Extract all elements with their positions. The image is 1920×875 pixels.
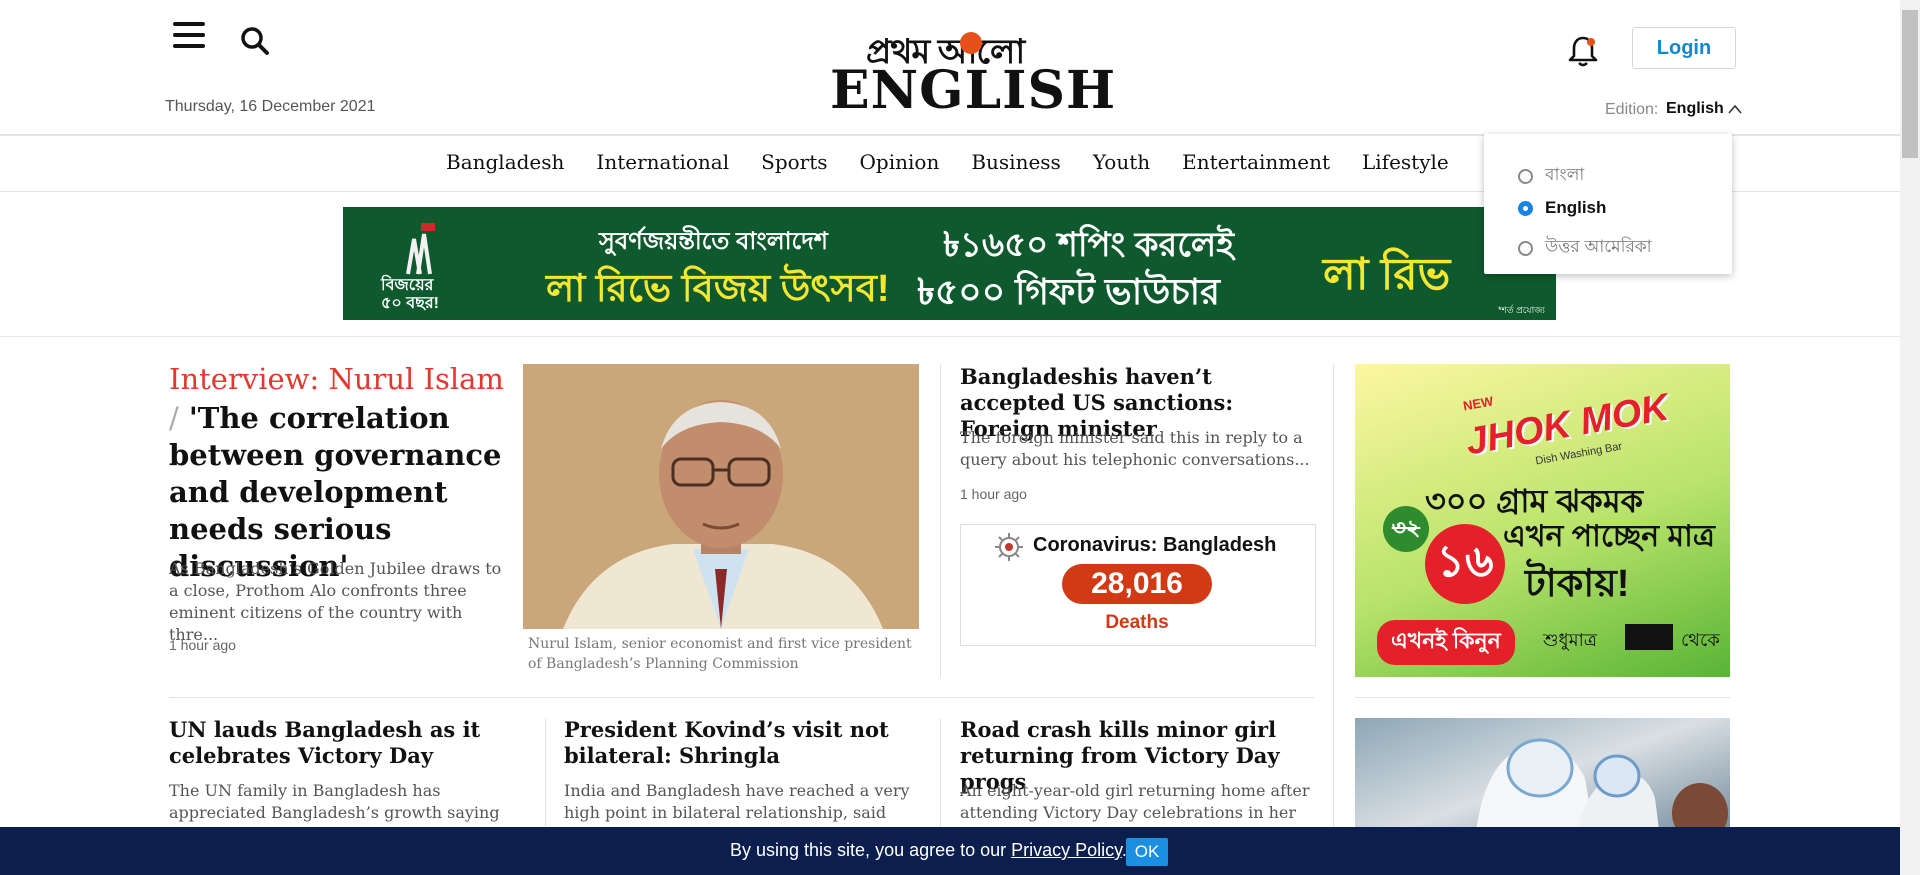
ad-cta-button[interactable]: এখনই কিনুন bbox=[1377, 620, 1515, 665]
kicker-separator: / bbox=[169, 401, 179, 435]
radio-unchecked-icon[interactable] bbox=[1518, 240, 1533, 256]
edition-option-label: উত্তর আমেরিকা bbox=[1545, 237, 1652, 256]
column-divider bbox=[1333, 364, 1334, 827]
edition-option-english[interactable]: English bbox=[1518, 198, 1606, 218]
nav-item-lifestyle[interactable]: Lifestyle bbox=[1346, 150, 1465, 174]
banner-divider bbox=[0, 336, 1900, 337]
ad-new-price: ১৬ bbox=[1425, 524, 1505, 604]
victory-figures-icon bbox=[406, 223, 435, 275]
banner-line2: লা রিভে বিজয় উৎসব! bbox=[546, 268, 890, 310]
side-story-summary: The foreign minister said this in reply … bbox=[960, 428, 1310, 469]
edition-option-bangla[interactable]: বাংলা bbox=[1518, 162, 1584, 190]
virus-icon bbox=[995, 533, 1023, 561]
nav-item-youth[interactable]: Youth bbox=[1077, 150, 1166, 174]
side-story-timestamp: 1 hour ago bbox=[960, 486, 1027, 502]
ad-old-price: ৩২ bbox=[1383, 506, 1429, 552]
radio-checked-icon[interactable] bbox=[1518, 200, 1533, 216]
banner-brand: লা রিভ bbox=[1323, 250, 1451, 299]
covid-title: Coronavirus: Bangladesh bbox=[1033, 534, 1277, 556]
story-2-summary: India and Bangladesh have reached a very… bbox=[564, 781, 910, 822]
cookie-consent-text: By using this site, you agree to our Pri… bbox=[730, 840, 1127, 861]
lead-timestamp: 1 hour ago bbox=[169, 637, 236, 653]
menu-icon[interactable] bbox=[173, 22, 205, 48]
column-divider bbox=[940, 364, 941, 677]
lead-photo-caption: Nurul Islam, senior economist and first … bbox=[528, 636, 912, 672]
banner-left-text: বিজয়ের ৫০ বছর! bbox=[381, 277, 439, 312]
cookie-ok-button[interactable]: OK bbox=[1126, 838, 1168, 866]
covid-count-label: Deaths bbox=[1105, 612, 1169, 633]
ad-cta-end: থেকে bbox=[1681, 630, 1720, 650]
story-2-headline[interactable]: President Kovind’s visit not bilateral: … bbox=[564, 717, 919, 769]
banner-ad[interactable]: বিজয়ের ৫০ বছর! সুবর্ণজয়ন্তীতে বাংলাদেশ… bbox=[343, 207, 1556, 320]
chevron-up-icon bbox=[1728, 104, 1742, 114]
nav-item-international[interactable]: International bbox=[580, 150, 745, 174]
current-date: Thursday, 16 December 2021 bbox=[165, 98, 376, 115]
site-logo[interactable]: প্রথম আলো ENGLISH bbox=[830, 22, 1115, 121]
nav-item-sports[interactable]: Sports bbox=[745, 150, 843, 174]
lead-headline-text: 'The correlation between governance and … bbox=[169, 401, 502, 583]
login-button[interactable]: Login bbox=[1632, 27, 1736, 69]
story-1-headline[interactable]: UN lauds Bangladesh as it celebrates Vic… bbox=[169, 717, 519, 769]
notification-bell-icon[interactable] bbox=[1567, 34, 1599, 68]
ad-new-tag: NEW bbox=[1461, 393, 1495, 414]
banner-offer2: ৳৫০০ গিফট ভাউচার bbox=[917, 271, 1220, 312]
lead-kicker[interactable]: Interview: Nurul Islam bbox=[169, 362, 504, 396]
ppe-worker-illustration bbox=[1475, 738, 1728, 838]
covid-death-count: 28,016 bbox=[1062, 564, 1212, 604]
scrollbar-thumb[interactable] bbox=[1902, 10, 1918, 158]
ad-shop-logo bbox=[1625, 624, 1673, 650]
story-3-summary: An eight-year-old girl returning home af… bbox=[960, 781, 1310, 822]
cookie-text-before: By using this site, you agree to our bbox=[730, 840, 1012, 860]
edition-label: Edition: bbox=[1605, 101, 1659, 118]
logo-sun-icon bbox=[960, 32, 982, 54]
ad-cta-suffix: শুধুমাত্র bbox=[1543, 630, 1598, 650]
main-nav: Bangladesh International Sports Opinion … bbox=[430, 150, 1465, 174]
logo-english: ENGLISH bbox=[830, 60, 1117, 121]
edition-option-north-america[interactable]: উত্তর আমেরিকা bbox=[1518, 234, 1652, 262]
sidebar-news-photo[interactable] bbox=[1355, 718, 1730, 838]
search-icon[interactable] bbox=[240, 26, 270, 56]
sidebar-divider bbox=[1355, 697, 1730, 698]
sidebar-ad[interactable]: NEW JHOK MOK Dish Washing Bar ৩০০ গ্রাম … bbox=[1355, 364, 1730, 677]
column-divider bbox=[545, 718, 546, 828]
lead-photo[interactable] bbox=[523, 364, 919, 629]
banner-fine-print: *শর্ত প্রযোজ্য bbox=[1498, 305, 1545, 315]
edition-value: English bbox=[1666, 100, 1724, 117]
edition-selector[interactable]: English bbox=[1666, 100, 1742, 118]
portrait-illustration bbox=[523, 364, 919, 629]
nav-item-bangladesh[interactable]: Bangladesh bbox=[430, 150, 580, 174]
row-divider bbox=[169, 697, 1314, 698]
ad-currency: টাকায়! bbox=[1525, 563, 1630, 605]
nav-item-entertainment[interactable]: Entertainment bbox=[1166, 150, 1346, 174]
edition-option-label: English bbox=[1545, 198, 1607, 217]
edition-dropdown: বাংলা English উত্তর আমেরিকা bbox=[1484, 134, 1732, 274]
lead-summary: As Bangladesh’s Golden Jubilee draws to … bbox=[169, 559, 502, 644]
banner-line1: সুবর্ণজয়ন্তীতে বাংলাদেশ bbox=[599, 228, 829, 255]
nav-item-business[interactable]: Business bbox=[955, 150, 1076, 174]
nav-item-opinion[interactable]: Opinion bbox=[844, 150, 956, 174]
story-1-summary: The UN family in Bangladesh has apprecia… bbox=[169, 781, 500, 822]
privacy-policy-link[interactable]: Privacy Policy bbox=[1011, 840, 1122, 860]
radio-unchecked-icon[interactable] bbox=[1518, 168, 1533, 184]
column-divider bbox=[940, 718, 941, 828]
edition-option-label: বাংলা bbox=[1545, 165, 1585, 184]
